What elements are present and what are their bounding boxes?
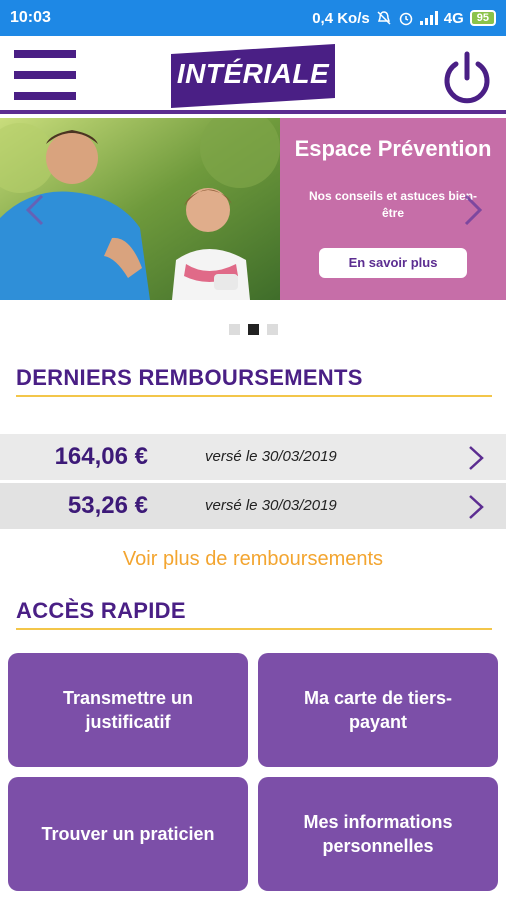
hamburger-line xyxy=(14,92,76,100)
quick-access-title: ACCÈS RAPIDE xyxy=(16,598,492,630)
banner-subtitle: Nos conseils et astuces bien-être xyxy=(308,189,478,220)
reimbursement-row[interactable]: 53,26 € versé le 30/03/2019 xyxy=(0,483,506,529)
logo-text: INTÉRIALE xyxy=(176,58,330,89)
net-speed: 0,4 Ko/s xyxy=(312,9,370,27)
more-reimbursements-link[interactable]: Voir plus de remboursements xyxy=(0,548,506,571)
tile-transmit-document[interactable]: Transmettre un justificatif xyxy=(8,653,248,767)
tile-label: Ma carte de tiers-payant xyxy=(303,688,453,732)
reimbursement-amount: 53,26 € xyxy=(67,492,148,519)
hamburger-line xyxy=(14,71,76,79)
mute-icon xyxy=(377,11,391,25)
tile-third-party-card[interactable]: Ma carte de tiers-payant xyxy=(258,653,498,767)
battery-icon: 95 xyxy=(469,10,496,26)
status-time: 10:03 xyxy=(10,9,51,26)
tile-find-practitioner[interactable]: Trouver un praticien xyxy=(8,777,248,891)
learn-more-button[interactable]: En savoir plus xyxy=(319,248,467,278)
carousel-dots xyxy=(0,324,506,335)
chevron-right-icon xyxy=(469,446,484,470)
app-header: INTÉRIALE xyxy=(0,36,506,114)
tile-label: Trouver un praticien xyxy=(41,824,215,844)
tile-label: Transmettre un justificatif xyxy=(62,688,194,732)
tile-personal-info[interactable]: Mes informations personnelles xyxy=(258,777,498,891)
carousel-next-icon[interactable] xyxy=(460,192,486,228)
reimbursements-title: DERNIERS REMBOURSEMENTS xyxy=(16,365,492,397)
reimbursement-amount: 164,06 € xyxy=(54,443,148,470)
chevron-right-icon xyxy=(469,495,484,519)
carousel-dot[interactable] xyxy=(228,324,240,335)
prevention-banner[interactable]: Espace Prévention Nos conseils et astuce… xyxy=(0,118,506,300)
interiale-logo: INTÉRIALE xyxy=(171,44,335,108)
tile-label: Mes informations personnelles xyxy=(303,812,453,856)
power-icon[interactable] xyxy=(441,50,493,104)
status-bar: 10:03 0,4 Ko/s 4G 95 xyxy=(0,0,506,36)
signal-icon xyxy=(419,11,438,25)
hamburger-menu-button[interactable] xyxy=(14,50,76,100)
hamburger-line xyxy=(14,50,76,58)
reimbursement-date: versé le 30/03/2019 xyxy=(205,448,337,465)
banner-title: Espace Prévention xyxy=(294,136,492,161)
reimbursement-date: versé le 30/03/2019 xyxy=(205,497,337,514)
network-type: 4G xyxy=(443,9,464,27)
status-right: 0,4 Ko/s 4G 95 xyxy=(312,10,496,27)
alarm-icon xyxy=(399,12,412,26)
carousel-prev-icon[interactable] xyxy=(22,192,48,228)
carousel-dot-active[interactable] xyxy=(247,324,259,335)
reimbursement-row[interactable]: 164,06 € versé le 30/03/2019 xyxy=(0,434,506,480)
carousel-dot[interactable] xyxy=(266,324,278,335)
